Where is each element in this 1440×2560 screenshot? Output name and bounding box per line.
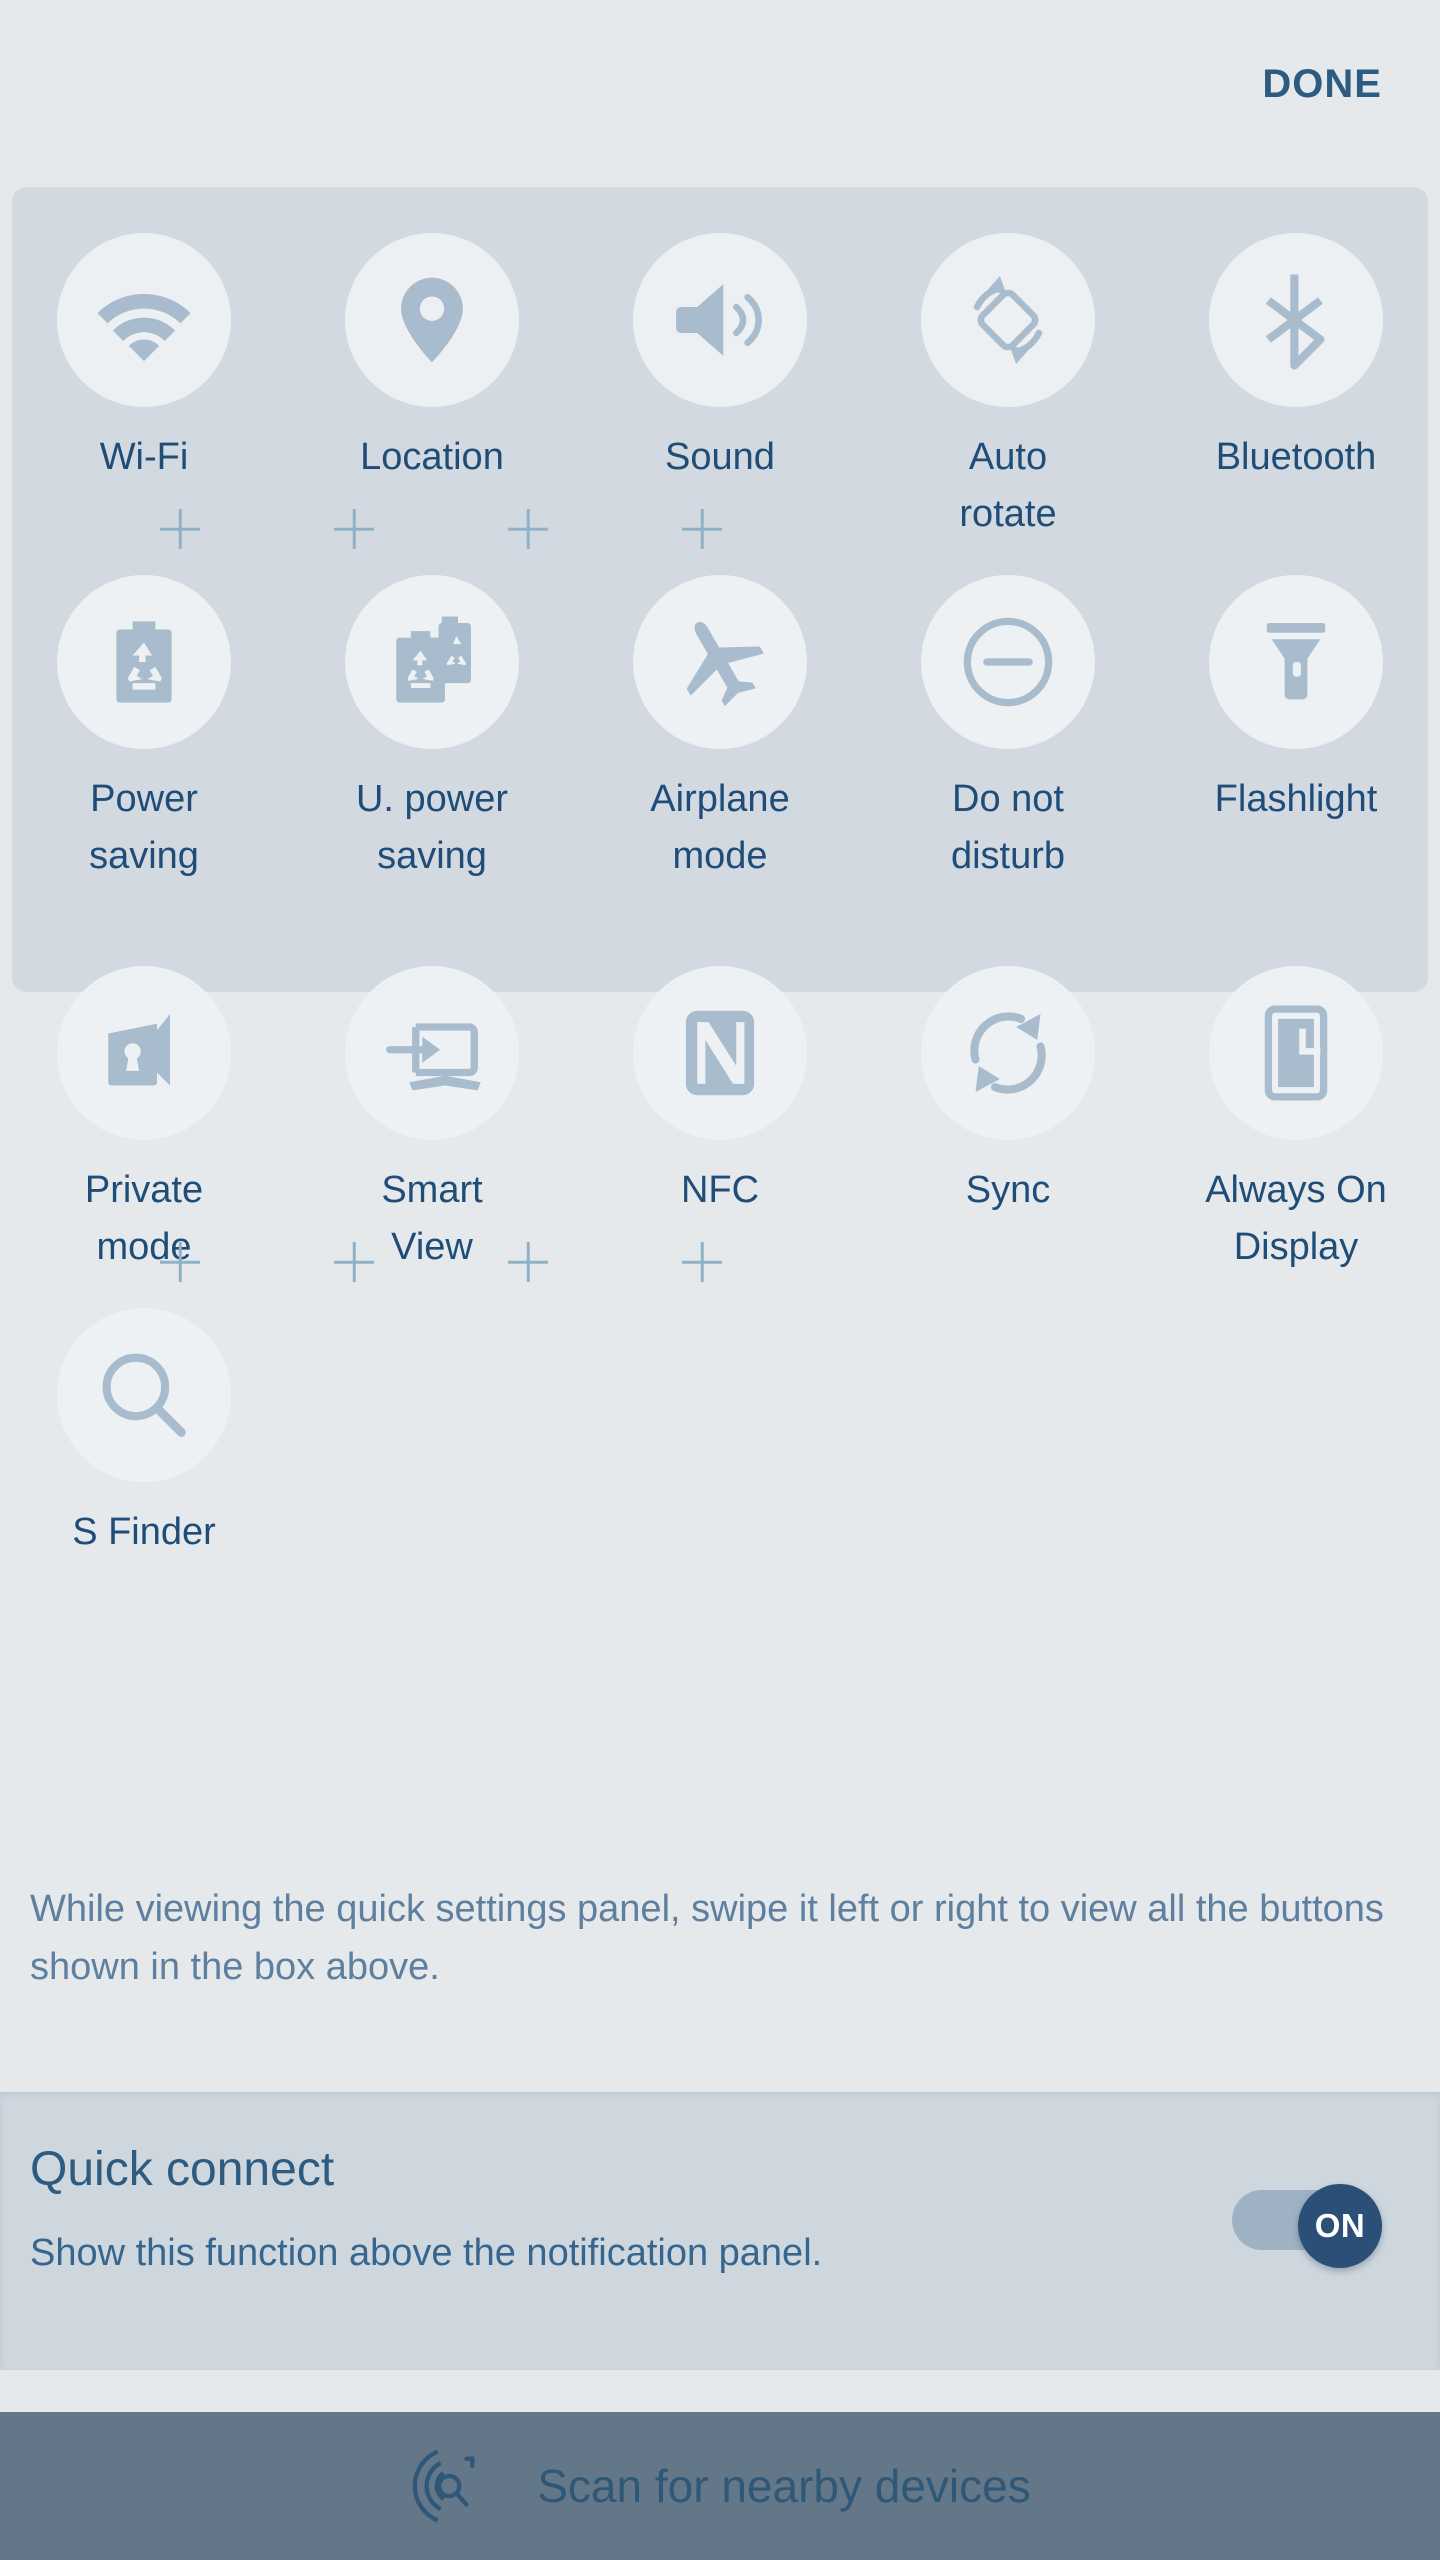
tile-row-4: S Finder	[0, 1262, 1440, 1561]
sync-icon	[970, 1012, 1046, 1094]
tile-icon-wrapper	[57, 233, 231, 407]
tile-icon-wrapper	[633, 233, 807, 407]
tile-smart-view[interactable]: Smart View	[288, 920, 576, 1276]
tile-label: Bluetooth	[1215, 436, 1377, 478]
speaker-icon	[676, 284, 762, 356]
tile-icon-wrapper	[345, 233, 519, 407]
tile-ultra-power-saving[interactable]: U. power saving	[288, 529, 576, 885]
quick-settings-screen: DONE Wi-Fi Location Sound Auto rotate Bl…	[0, 0, 1440, 2560]
tile-row-3: Private mode Smart View NFC Sync Always …	[0, 920, 1440, 1276]
tile-icon-wrapper	[921, 966, 1095, 1140]
tile-label: NFC	[680, 1169, 760, 1211]
always-on-display-icon	[1264, 1005, 1328, 1101]
tile-icon-wrapper	[921, 233, 1095, 407]
tile-icon-wrapper	[345, 575, 519, 749]
tile-label: Flashlight	[1214, 778, 1378, 820]
private-folder-lock-icon	[108, 1014, 170, 1086]
quick-connect-subtitle: Show this function above the notificatio…	[30, 2232, 823, 2274]
tile-icon-wrapper	[921, 575, 1095, 749]
tile-empty-slot	[576, 1262, 864, 1561]
scan-for-nearby-devices-button[interactable]: Scan for nearby devices	[0, 2412, 1440, 2560]
nfc-icon	[685, 1010, 755, 1096]
tile-empty-slot	[288, 1262, 576, 1561]
tile-row-2: Power saving U. power saving Airplane mo…	[0, 529, 1440, 885]
tile-icon-wrapper	[1209, 233, 1383, 407]
tile-label: Sync	[965, 1169, 1051, 1211]
header: DONE	[0, 0, 1440, 187]
tile-label: Do not disturb	[950, 778, 1066, 877]
flashlight-icon	[1266, 623, 1326, 700]
tile-icon-wrapper	[57, 575, 231, 749]
toggle-knob: ON	[1298, 2184, 1382, 2268]
tile-flashlight[interactable]: Flashlight	[1152, 529, 1440, 885]
tile-sync[interactable]: Sync	[864, 920, 1152, 1276]
toggle-state-label: ON	[1314, 2207, 1366, 2244]
tile-icon-wrapper	[345, 966, 519, 1140]
tile-bluetooth[interactable]: Bluetooth	[1152, 187, 1440, 543]
do-not-disturb-icon	[963, 617, 1053, 707]
scan-label: Scan for nearby devices	[537, 2460, 1031, 2512]
quick-connect-title: Quick connect	[30, 2143, 335, 2196]
tile-label: Location	[360, 436, 504, 478]
tile-empty-slot	[864, 1262, 1152, 1561]
tile-icon-wrapper	[1209, 966, 1383, 1140]
wifi-icon	[97, 294, 191, 362]
tile-private-mode[interactable]: Private mode	[0, 920, 288, 1276]
tile-label: Wi-Fi	[99, 436, 189, 478]
quick-connect-section[interactable]: Quick connect Show this function above t…	[0, 2092, 1440, 2370]
tile-auto-rotate[interactable]: Auto rotate	[864, 187, 1152, 543]
tile-airplane-mode[interactable]: Airplane mode	[576, 529, 864, 885]
airplane-icon	[686, 621, 764, 707]
tile-do-not-disturb[interactable]: Do not disturb	[864, 529, 1152, 885]
tile-label: Power saving	[89, 778, 199, 877]
tile-power-saving[interactable]: Power saving	[0, 529, 288, 885]
tile-row-1: Wi-Fi Location Sound Auto rotate Bluetoo…	[0, 187, 1440, 543]
quick-connect-toggle[interactable]: ON	[1232, 2184, 1382, 2268]
tile-sound[interactable]: Sound	[576, 187, 864, 543]
done-button[interactable]: DONE	[1262, 62, 1382, 107]
double-battery-recycle-icon	[396, 616, 471, 703]
tile-label: Sound	[665, 436, 775, 478]
tile-icon-wrapper	[57, 966, 231, 1140]
hint-text: While viewing the quick settings panel, …	[30, 1888, 1384, 1988]
smart-view-tv-icon	[386, 1023, 481, 1091]
tile-icon-wrapper	[633, 575, 807, 749]
tile-icon-wrapper	[633, 966, 807, 1140]
quick-settings-grid: Wi-Fi Location Sound Auto rotate Bluetoo…	[0, 187, 1440, 1561]
tile-icon-wrapper	[1209, 575, 1383, 749]
location-pin-icon	[401, 277, 463, 363]
tile-icon-wrapper	[57, 1308, 231, 1482]
tile-label: U. power saving	[355, 778, 509, 877]
magnifier-icon	[102, 1353, 186, 1437]
tile-nfc[interactable]: NFC	[576, 920, 864, 1276]
scan-radar-icon	[412, 2449, 475, 2523]
battery-recycle-icon	[116, 621, 172, 703]
tile-empty-slot	[1152, 1262, 1440, 1561]
tile-location[interactable]: Location	[288, 187, 576, 543]
tile-label: Always On Display	[1205, 1169, 1387, 1268]
tile-label: S Finder	[72, 1511, 216, 1553]
tile-label: Private mode	[84, 1169, 204, 1268]
tile-always-on-display[interactable]: Always On Display	[1152, 920, 1440, 1276]
tile-label: Auto rotate	[959, 436, 1057, 535]
bluetooth-icon	[1265, 274, 1325, 370]
tile-wifi[interactable]: Wi-Fi	[0, 187, 288, 543]
tile-label: Airplane mode	[650, 778, 790, 877]
tile-s-finder[interactable]: S Finder	[0, 1262, 288, 1561]
auto-rotate-icon	[973, 276, 1043, 364]
